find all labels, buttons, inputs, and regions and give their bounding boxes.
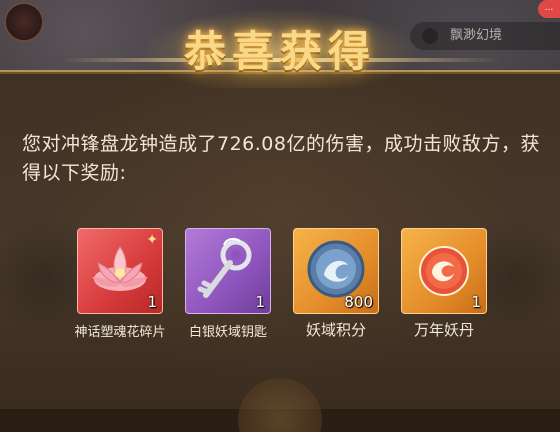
reward-frame[interactable]: 1 (185, 228, 271, 314)
dialog-title: 恭喜获得 (183, 27, 376, 76)
reward-item[interactable]: 1 白银妖域钥匙 (185, 228, 271, 340)
reward-count: 1 (147, 293, 157, 311)
reward-name: 妖域积分 (305, 321, 366, 339)
reward-name: 万年妖丹 (413, 321, 474, 339)
reward-count: 1 (255, 293, 265, 311)
reward-frame[interactable]: 1 (401, 228, 487, 314)
reward-item[interactable]: 800 妖域积分 (293, 228, 379, 339)
notification-badge[interactable]: ... (538, 0, 560, 18)
reward-count: 800 (344, 293, 373, 311)
reward-frame[interactable]: ✦ 1 (77, 228, 163, 314)
reward-list: ✦ 1 神话塑魂花碎片 1 白银妖域钥匙 800 妖域积分 1 万年妖丹 (74, 228, 497, 348)
reward-frame[interactable]: 800 (293, 228, 379, 314)
reward-item[interactable]: 1 万年妖丹 (401, 228, 487, 339)
fragment-star-icon: ✦ (146, 232, 158, 248)
dialog-message: 您对冲锋盘龙钟造成了726.08亿的伤害，成功击败敌方，获得以下奖励: (22, 133, 540, 184)
reward-item[interactable]: ✦ 1 神话塑魂花碎片 (74, 228, 166, 340)
reward-name: 白银妖域钥匙 (188, 325, 267, 340)
reward-name: 神话塑魂花碎片 (74, 325, 166, 340)
reward-count: 1 (471, 293, 481, 311)
